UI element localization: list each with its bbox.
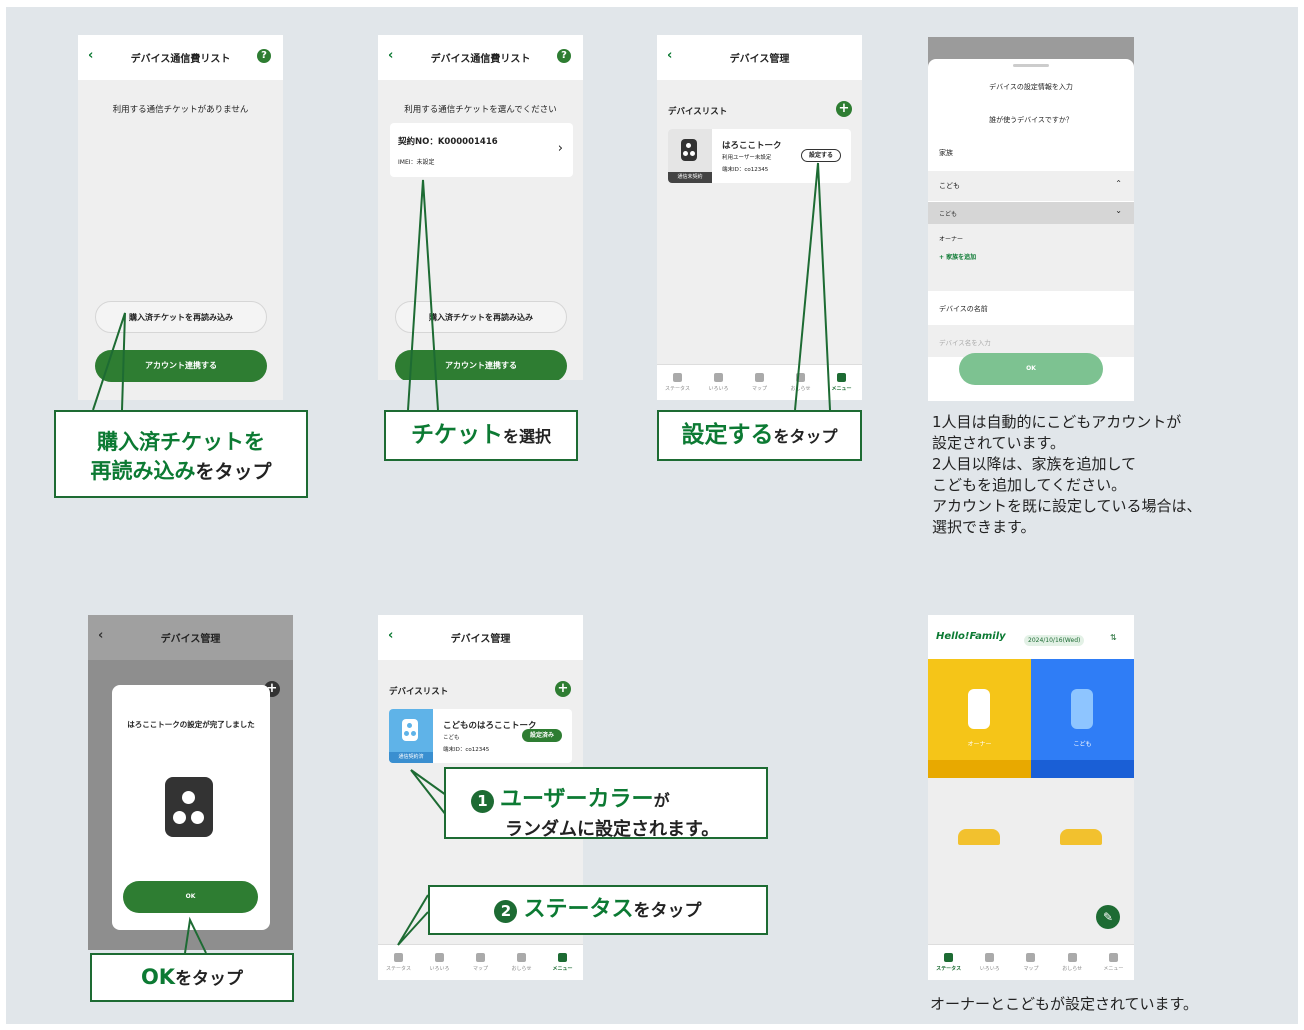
callout-ok: OKをタップ: [90, 953, 294, 1002]
step-one-badge: 1: [471, 790, 494, 813]
callout-setup: 設定するをタップ: [657, 410, 862, 461]
callout-status: 2 ステータスをタップ: [428, 885, 768, 935]
callout-user-color: 1 ユーザーカラーが ランダムに設定されます。: [444, 767, 768, 840]
callout-select-ticket: チケットを選択: [384, 410, 578, 461]
step-two-badge: 2: [494, 900, 518, 923]
callout-pointers: [92, 162, 831, 954]
callout-reload: 購入済チケットを 再読み込みをタップ: [54, 410, 308, 498]
